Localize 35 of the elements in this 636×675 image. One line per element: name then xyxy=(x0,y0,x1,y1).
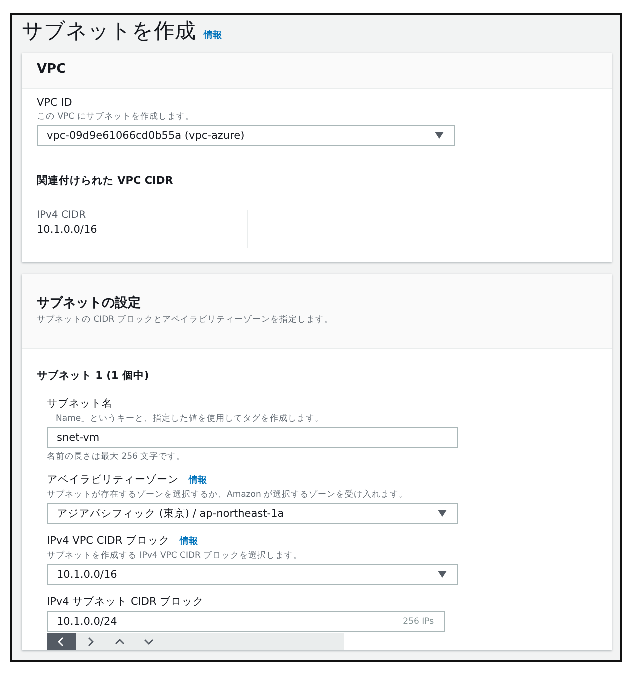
cidr-label: IPv4 CIDR xyxy=(37,210,88,221)
field-label: サブネット名 xyxy=(47,397,113,411)
ip-count: 256 IPs xyxy=(403,616,434,626)
field-label: IPv4 サブネット CIDR ブロック xyxy=(47,595,204,609)
text-field[interactable]: 10.1.0.0/24 256 IPs xyxy=(47,611,445,632)
text-field[interactable]: snet-vm xyxy=(47,427,458,448)
section-title: VPC xyxy=(37,62,68,77)
cidr-value: 10.1.0.0/16 xyxy=(37,224,98,236)
chevron-up-icon xyxy=(114,636,124,646)
info-link[interactable]: 情報 xyxy=(189,474,207,487)
info-link[interactable]: 情報 xyxy=(204,29,222,42)
field-label: IPv4 VPC CIDR ブロック xyxy=(47,534,170,548)
field-description: サブネットが存在するゾーンを選択するか、Amazon が選択するゾーンを受け入れます。 xyxy=(47,489,410,501)
section-description: サブネットの CIDR ブロックとアベイラビリティーゾーンを指定します。 xyxy=(37,314,334,326)
dropdown[interactable]: アジアパシフィック (東京) / ap-northeast-1a xyxy=(47,503,458,524)
field-description: 「Name」というキーと、指定した値を使用してタグを作成します。 xyxy=(47,413,326,425)
vpc-dropdown[interactable]: vpc-09d9e61066cd0b55a (vpc-azure) xyxy=(37,125,455,146)
field-label: VPC ID xyxy=(37,97,74,109)
info-link[interactable]: 情報 xyxy=(180,535,198,548)
section-title: サブネットの設定 xyxy=(37,294,142,312)
field-description: サブネットを作成する IPv4 VPC CIDR ブロックを選択します。 xyxy=(47,550,304,562)
chevron-down-icon xyxy=(144,636,154,646)
caret-icon xyxy=(438,571,447,578)
field-description: この VPC にサブネットを作成します。 xyxy=(37,111,196,123)
field-hint: 名前の長さは最大 256 文字です。 xyxy=(47,451,187,463)
nav-button[interactable] xyxy=(47,633,76,650)
subnet-heading: サブネット 1 (1 個中) xyxy=(37,369,150,383)
page-title: サブネットを作成 xyxy=(22,18,196,45)
cidr-heading: 関連付けられた VPC CIDR xyxy=(37,174,174,188)
chevron-right-icon xyxy=(86,636,96,646)
caret-icon xyxy=(435,132,444,139)
chevron-left-icon xyxy=(56,636,66,646)
field-label: アベイラビリティーゾーン xyxy=(47,473,179,487)
dropdown[interactable]: 10.1.0.0/16 xyxy=(47,564,458,585)
caret-icon xyxy=(438,510,447,517)
